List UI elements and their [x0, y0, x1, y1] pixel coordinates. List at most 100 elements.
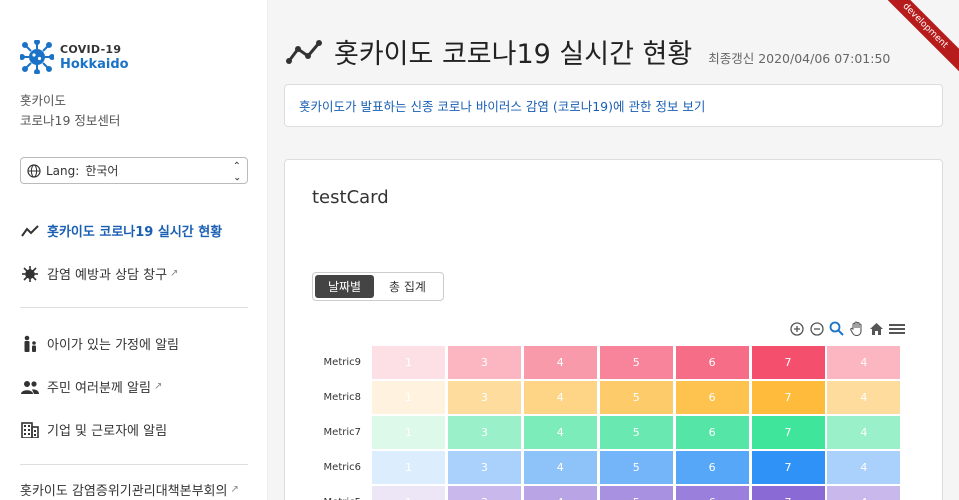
virus-logo-icon	[20, 40, 54, 74]
heatmap-row: Metric7 1 3 4 5 6 7 4	[285, 416, 944, 450]
nav-item-realtime-status[interactable]: 홋카이도 코로나19 실시간 현황	[20, 209, 248, 252]
heatmap-cell[interactable]: 4	[827, 381, 901, 414]
trend-icon	[20, 222, 40, 240]
heatmap-cell[interactable]: 3	[447, 346, 521, 379]
toggle-daily-button[interactable]: 날짜별	[315, 275, 374, 298]
heatmap-cell[interactable]: 1	[372, 451, 445, 484]
heatmap-cell[interactable]: 5	[599, 416, 673, 449]
nav-item-families[interactable]: 아이가 있는 가정에 알림	[20, 322, 248, 365]
language-label: Lang:	[46, 163, 80, 178]
info-box: 홋카이도가 발표하는 신종 코로나 바이러스 감염 (코로나19)에 관한 정보…	[284, 84, 943, 127]
language-select[interactable]: Lang: 한국어 ⌃ ⌃	[20, 157, 248, 184]
heatmap-cell[interactable]: 1	[372, 416, 445, 449]
subtitle-line1: 홋카이도	[20, 93, 67, 108]
heatmap-cell[interactable]: 4	[827, 346, 901, 379]
reset-home-icon[interactable]	[868, 320, 885, 337]
nav-label: 홋카이도 코로나19 실시간 현황	[47, 225, 223, 240]
nav-label: 감염 예방과 상담 창구	[47, 268, 168, 283]
zoom-in-icon[interactable]	[788, 320, 805, 337]
heatmap-cell[interactable]: 3	[447, 416, 521, 449]
nav-label: 아이가 있는 가정에 알림	[47, 338, 179, 353]
logo-line2: Hokkaido	[60, 57, 129, 72]
heatmap-row: Metric8 1 3 4 5 6 7 4	[285, 381, 944, 415]
building-icon	[20, 421, 40, 439]
people-icon	[20, 378, 40, 396]
heatmap-cell[interactable]: 7	[751, 346, 825, 379]
nav-label: 기업 및 근로자에 알림	[47, 424, 168, 439]
page-title: 홋카이도 코로나19 실시간 현황	[334, 39, 693, 70]
zoom-out-icon[interactable]	[808, 320, 825, 337]
heatmap-cell[interactable]: 3	[447, 486, 521, 500]
select-chevron-icon: ⌃ ⌃	[232, 160, 241, 181]
chart-toolbar	[788, 320, 905, 337]
heatmap-row-label: Metric7	[323, 427, 361, 438]
logo[interactable]: COVID-19 Hokkaido	[20, 40, 129, 74]
heatmap-row: Metric9 1 3 4 5 6 7 4	[285, 346, 944, 380]
heatmap-row-label: Metric6	[323, 462, 361, 473]
heatmap-cell[interactable]: 7	[751, 451, 825, 484]
nav-label: 주민 여러분께 알림	[47, 381, 151, 396]
nav-group-other: 홋카이도 감염증위기관리대책본부회의 ↗	[20, 478, 248, 500]
heatmap-cell[interactable]: 6	[675, 346, 749, 379]
nav-item-prevention[interactable]: 감염 예방과 상담 창구 ↗	[20, 252, 248, 295]
heatmap-cell[interactable]: 4	[523, 416, 597, 449]
info-link[interactable]: 홋카이도가 발표하는 신종 코로나 바이러스 감염 (코로나19)에 관한 정보…	[299, 96, 705, 115]
heatmap-cell[interactable]: 4	[827, 451, 901, 484]
page-header: 홋카이도 코로나19 실시간 현황 최종갱신 2020/04/06 07:01:…	[286, 32, 890, 71]
pan-hand-icon[interactable]	[848, 320, 865, 337]
heatmap-cell[interactable]: 4	[523, 451, 597, 484]
language-value: 한국어	[85, 164, 119, 178]
main-content: 홋카이도 코로나19 실시간 현황 최종갱신 2020/04/06 07:01:…	[268, 0, 959, 500]
heatmap-cell[interactable]: 5	[599, 486, 673, 500]
subtitle-line2: 코로나19 정보센터	[20, 113, 121, 128]
nav-group-main: 홋카이도 코로나19 실시간 현황 감염 예방과 상담 창구 ↗	[20, 209, 248, 295]
external-link-icon: ↗	[170, 268, 179, 279]
heatmap-cell[interactable]: 7	[751, 416, 825, 449]
external-link-icon: ↗	[230, 483, 239, 495]
heatmap-cell[interactable]: 1	[372, 346, 445, 379]
nav-item-residents[interactable]: 주민 여러분께 알림 ↗	[20, 365, 248, 408]
heatmap-cell[interactable]: 1	[372, 486, 445, 500]
heatmap-row-label: Metric8	[323, 392, 361, 403]
nav-group-notices: 아이가 있는 가정에 알림 주민 여러분께 알림 ↗ 기업 및 근로자에 알림	[20, 322, 248, 451]
sidebar: COVID-19 Hokkaido 홋카이도 코로나19 정보센터 Lang: …	[0, 0, 268, 500]
card-title: testCard	[312, 187, 389, 208]
virus-icon	[20, 265, 40, 283]
heatmap-cell[interactable]: 1	[372, 381, 445, 414]
trend-icon	[286, 39, 322, 64]
heatmap-cell[interactable]: 6	[675, 416, 749, 449]
zoom-select-icon[interactable]	[828, 320, 845, 337]
heatmap-row: Metric51345674	[285, 486, 944, 500]
family-icon	[20, 335, 40, 353]
heatmap-cell[interactable]: 4	[523, 381, 597, 414]
logo-line1: COVID-19	[60, 43, 122, 56]
heatmap-cell[interactable]: 5	[599, 451, 673, 484]
heatmap-cell[interactable]: 4	[523, 346, 597, 379]
heatmap-cell[interactable]: 3	[447, 451, 521, 484]
heatmap-cell[interactable]: 4	[827, 416, 901, 449]
updated-label: 최종갱신	[708, 51, 755, 66]
heatmap-row: Metric6 1 3 4 5 6 7 4	[285, 451, 944, 485]
heatmap-cell[interactable]: 7	[751, 381, 825, 414]
nav-label: 홋카이도 감염증위기관리대책본부회의	[20, 483, 228, 499]
data-view-toggle: 날짜별 총 집계	[312, 272, 444, 301]
test-card: testCard 날짜별 총 집계 Metric9 1 3 4 5 6 7 4 …	[284, 159, 943, 500]
heatmap-cell[interactable]: 7	[751, 486, 825, 500]
nav-item-hq-meeting[interactable]: 홋카이도 감염증위기관리대책본부회의 ↗	[20, 478, 248, 500]
nav-divider	[20, 307, 248, 308]
menu-icon[interactable]	[888, 320, 905, 337]
heatmap-cell[interactable]: 4	[523, 486, 597, 500]
heatmap-cell[interactable]: 6	[675, 381, 749, 414]
nav-item-businesses[interactable]: 기업 및 근로자에 알림	[20, 408, 248, 451]
last-updated: 최종갱신 2020/04/06 07:01:50	[708, 48, 890, 67]
heatmap-row-label: Metric9	[323, 357, 361, 368]
site-subtitle: 홋카이도 코로나19 정보센터	[20, 91, 120, 131]
heatmap-cell[interactable]: 3	[447, 381, 521, 414]
heatmap-cell[interactable]: 6	[675, 451, 749, 484]
toggle-total-button[interactable]: 총 집계	[374, 275, 441, 298]
heatmap-cell[interactable]: 6	[675, 486, 749, 500]
updated-value: 2020/04/06 07:01:50	[758, 51, 891, 66]
heatmap-cell[interactable]: 5	[599, 346, 673, 379]
heatmap-cell[interactable]: 5	[599, 381, 673, 414]
heatmap-cell[interactable]: 4	[827, 486, 901, 500]
